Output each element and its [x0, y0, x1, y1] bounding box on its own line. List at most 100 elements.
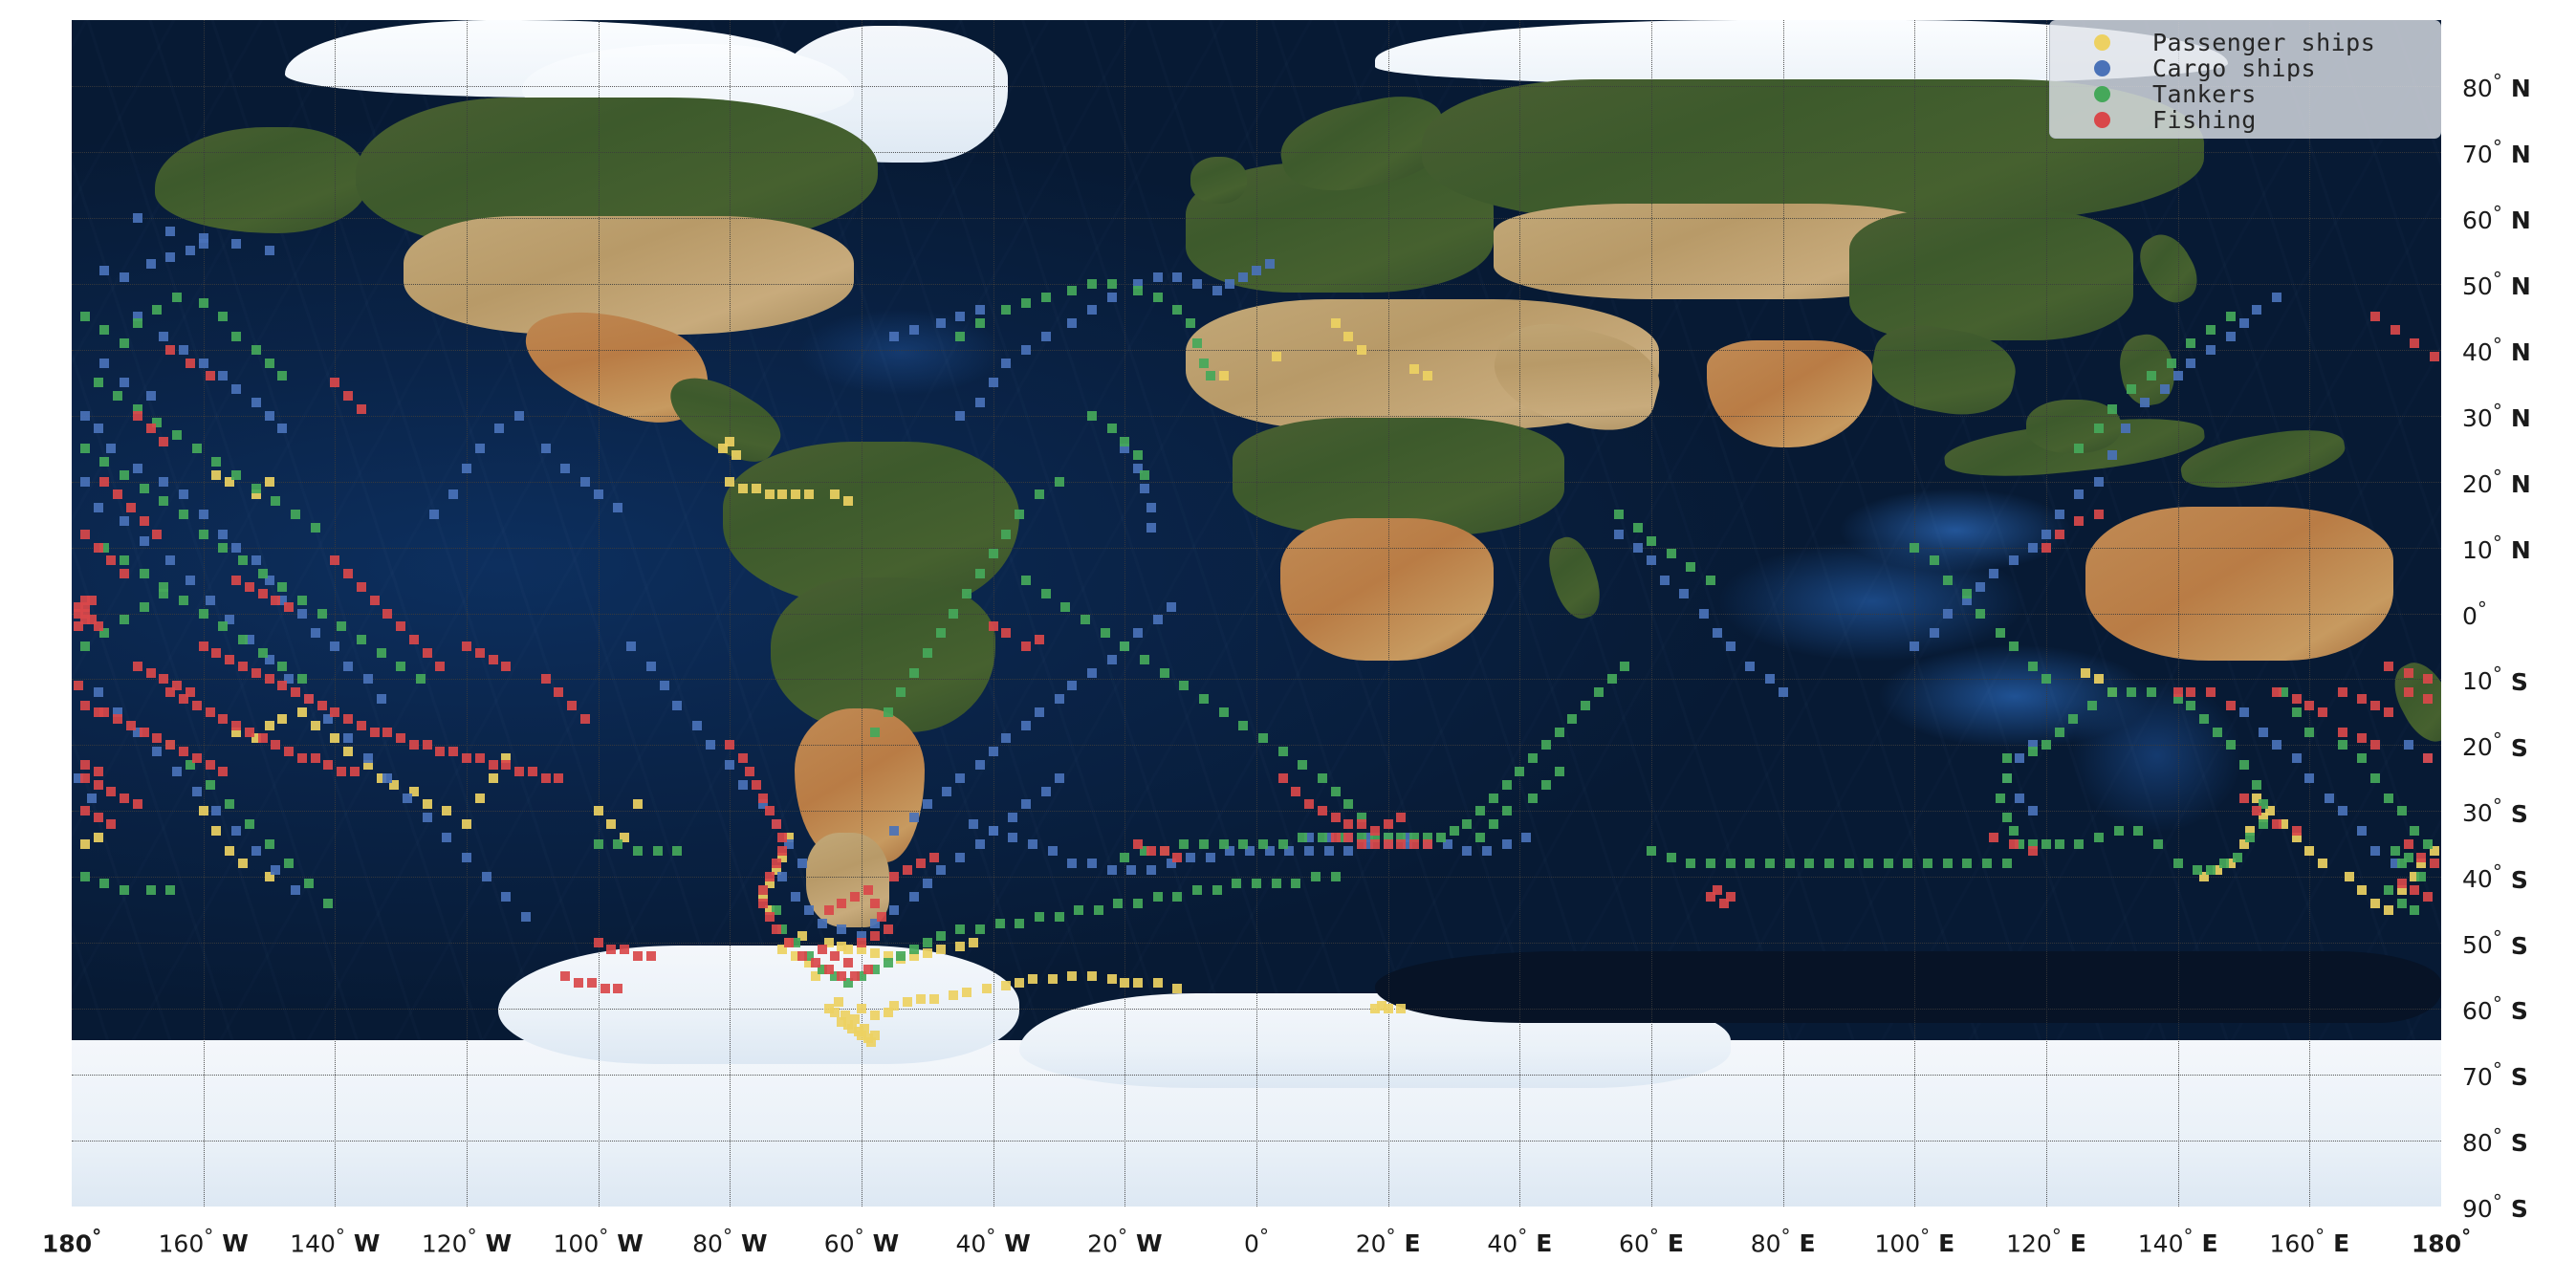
ship-marker	[218, 529, 229, 539]
ship-marker	[1277, 838, 1288, 849]
legend-item-cargo-ships[interactable]: Cargo ships	[2050, 54, 2440, 82]
ship-marker	[840, 1011, 850, 1021]
ship-marker	[1106, 278, 1117, 289]
ship-marker	[132, 410, 142, 421]
ship-marker	[291, 885, 301, 896]
ship-marker	[2186, 358, 2196, 368]
ship-marker	[422, 740, 432, 750]
ship-marker	[830, 951, 840, 961]
ship-marker	[1205, 371, 1215, 381]
ship-marker	[922, 647, 932, 658]
ship-marker	[1554, 727, 1564, 737]
world-map-plot-area[interactable]	[72, 20, 2441, 1207]
ship-marker	[593, 489, 603, 500]
ship-marker	[191, 701, 202, 711]
ship-marker	[942, 786, 952, 796]
ship-marker	[1093, 904, 1103, 915]
ship-marker	[2396, 806, 2407, 816]
ship-marker	[237, 635, 248, 645]
longitude-tick-label: 100° E	[1874, 1225, 1955, 1258]
ship-marker	[725, 476, 735, 487]
ship-marker	[179, 747, 189, 757]
ship-marker	[1528, 793, 1539, 803]
ship-marker	[2423, 838, 2434, 849]
ship-marker	[1515, 766, 1525, 776]
ship-marker	[830, 489, 840, 500]
ship-marker	[106, 786, 117, 796]
ship-marker	[843, 496, 854, 507]
ship-marker	[422, 647, 432, 658]
ship-marker	[1257, 838, 1268, 849]
ship-marker	[1298, 760, 1308, 771]
ship-marker	[403, 793, 413, 803]
ship-marker	[1198, 358, 1209, 368]
ship-marker	[2001, 813, 2012, 823]
ship-type-legend[interactable]: Passenger ships Cargo ships Tankers Fish…	[2049, 20, 2441, 139]
ship-marker	[2238, 760, 2249, 771]
ship-marker	[93, 424, 103, 434]
ship-marker	[159, 588, 169, 598]
ship-marker	[1475, 806, 1486, 816]
ship-marker	[1422, 371, 1432, 381]
ship-marker	[2410, 337, 2420, 348]
ship-marker	[2008, 838, 2019, 849]
ship-marker	[211, 456, 222, 467]
ship-marker	[738, 753, 749, 764]
ship-marker	[179, 510, 189, 520]
ship-marker	[1152, 977, 1163, 988]
ship-marker	[738, 779, 749, 790]
legend-item-tankers[interactable]: Tankers	[2050, 80, 2440, 108]
ship-marker	[462, 463, 471, 473]
ship-marker	[172, 292, 183, 302]
ship-marker	[2107, 450, 2117, 461]
ship-marker	[93, 813, 103, 823]
ship-marker	[145, 885, 156, 896]
ship-marker	[291, 510, 301, 520]
ship-marker	[198, 232, 208, 243]
ship-marker	[593, 938, 603, 948]
ship-marker	[560, 463, 571, 473]
ship-marker	[277, 661, 288, 671]
ship-marker	[1705, 576, 1715, 586]
ship-marker	[211, 806, 222, 816]
ship-marker	[93, 542, 103, 553]
ship-marker	[120, 569, 130, 579]
latitude-tick-label: 40° S	[2462, 860, 2528, 894]
ship-marker	[850, 970, 861, 981]
ship-marker	[2238, 793, 2249, 803]
ship-marker	[1067, 970, 1078, 981]
ship-marker	[1942, 859, 1953, 869]
ship-marker	[244, 581, 254, 592]
ship-marker	[955, 924, 966, 935]
ship-traffic-map-figure: Passenger ships Cargo ships Tankers Fish…	[0, 0, 2576, 1283]
ship-marker	[1179, 681, 1190, 691]
ship-marker	[1330, 813, 1341, 823]
ship-marker	[330, 378, 340, 388]
ship-marker	[415, 674, 426, 685]
ship-marker	[672, 701, 683, 711]
ship-marker	[218, 312, 229, 322]
ship-marker	[218, 713, 229, 724]
ship-marker	[159, 476, 169, 487]
ship-marker	[2054, 529, 2064, 539]
ship-marker	[1659, 576, 1670, 586]
ship-marker	[1212, 285, 1222, 295]
ship-marker	[574, 977, 584, 988]
ship-marker	[251, 555, 261, 566]
ship-marker	[2344, 872, 2354, 882]
ship-marker	[1133, 628, 1144, 639]
ship-marker	[356, 635, 366, 645]
ship-marker	[159, 674, 169, 685]
ship-marker	[2259, 819, 2269, 830]
ship-marker	[79, 312, 90, 322]
ship-marker	[896, 687, 906, 698]
ship-marker	[132, 318, 142, 329]
ship-marker	[1021, 576, 1032, 586]
legend-item-passenger-ships[interactable]: Passenger ships	[2050, 29, 2440, 56]
legend-item-fishing[interactable]: Fishing	[2050, 106, 2440, 134]
ship-marker	[1086, 278, 1097, 289]
ship-marker	[1067, 318, 1078, 329]
ship-marker	[2271, 819, 2281, 830]
ship-marker	[1040, 588, 1051, 598]
ship-marker	[869, 1011, 880, 1021]
